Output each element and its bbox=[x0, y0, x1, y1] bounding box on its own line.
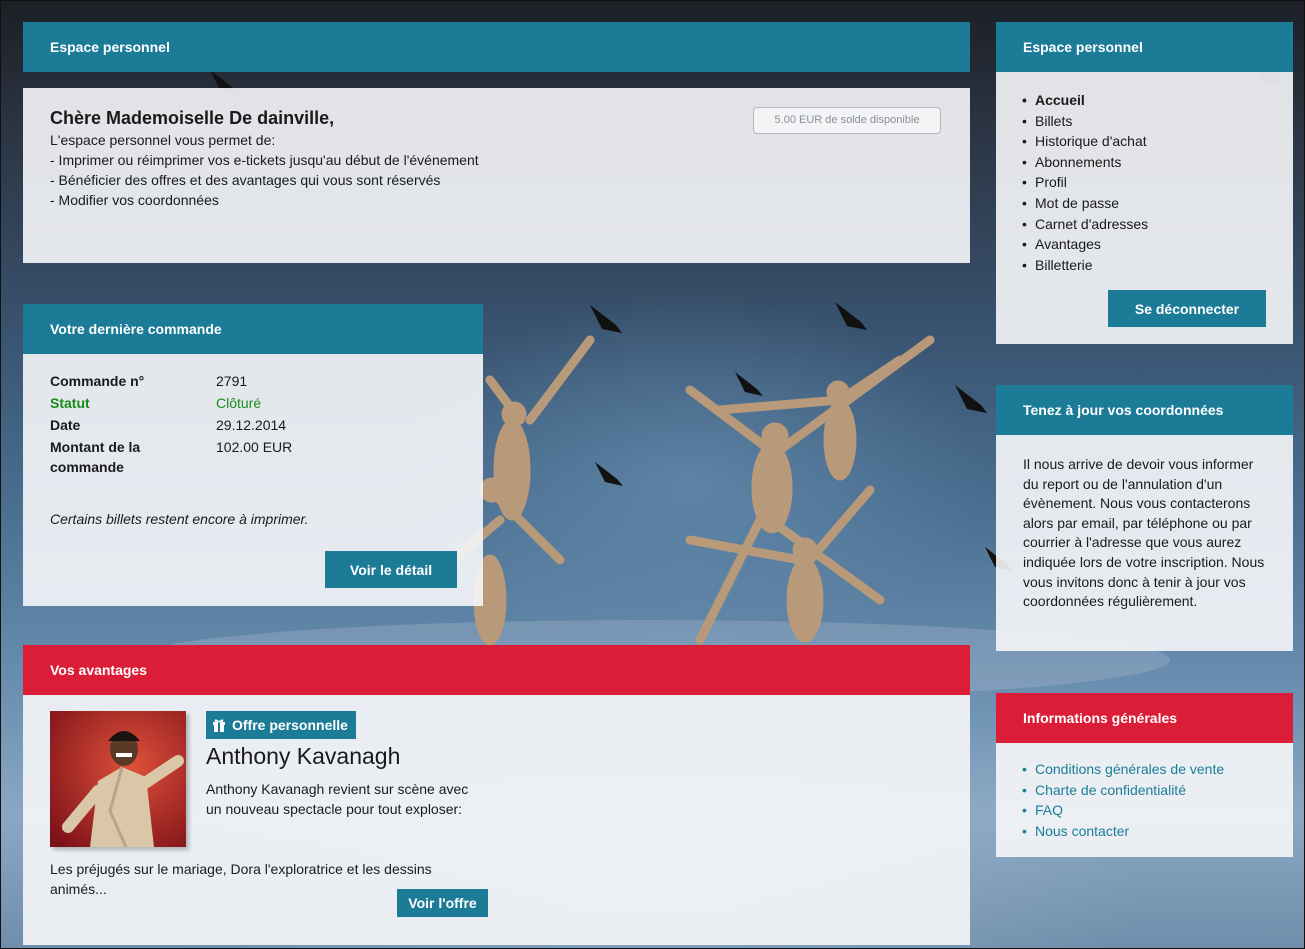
link-faq[interactable]: FAQ bbox=[1020, 800, 1224, 821]
logout-button[interactable]: Se déconnecter bbox=[1108, 290, 1266, 327]
personal-offer-label: Offre personnelle bbox=[232, 717, 348, 733]
advantages-panel: Offre personnelle Anthony Kavanagh Antho… bbox=[23, 695, 970, 945]
update-details-text: Il nous arrive de devoir vous informer d… bbox=[1023, 456, 1265, 610]
welcome-line: L'espace personnel vous permet de: bbox=[50, 132, 276, 148]
main-header-title: Espace personnel bbox=[23, 22, 970, 72]
last-order-panel: Votre dernière commande Commande n° 2791… bbox=[23, 304, 483, 606]
menu-item-profil[interactable]: Profil bbox=[1020, 172, 1148, 193]
gift-icon bbox=[212, 713, 226, 732]
main-header-panel: Espace personnel bbox=[23, 22, 970, 72]
general-info-title: Informations générales bbox=[996, 693, 1293, 743]
last-order-title: Votre dernière commande bbox=[23, 304, 483, 354]
order-value: 29.12.2014 bbox=[216, 417, 287, 433]
link-conditions-vente[interactable]: Conditions générales de vente bbox=[1020, 759, 1224, 780]
artist-photo-illustration bbox=[50, 711, 186, 847]
update-details-title: Tenez à jour vos coordonnées bbox=[996, 385, 1293, 435]
advantages-header: Vos avantages bbox=[23, 645, 970, 695]
welcome-greeting: Chère Mademoiselle De dainville, bbox=[50, 108, 335, 128]
general-info-panel: Informations générales Conditions généra… bbox=[996, 693, 1293, 857]
order-label: Commande n° bbox=[50, 373, 145, 389]
menu-item-billetterie[interactable]: Billetterie bbox=[1020, 255, 1148, 276]
account-menu-title: Espace personnel bbox=[996, 22, 1293, 72]
view-detail-button[interactable]: Voir le détail bbox=[325, 551, 457, 588]
order-note: Certains billets restent encore à imprim… bbox=[50, 511, 309, 527]
advantages-title: Vos avantages bbox=[23, 645, 970, 695]
welcome-line: - Bénéficier des offres et des avantages… bbox=[50, 172, 441, 188]
update-details-panel: Tenez à jour vos coordonnées Il nous arr… bbox=[996, 385, 1293, 651]
order-value: 102.00 EUR bbox=[216, 439, 293, 455]
order-value: 2791 bbox=[216, 373, 248, 389]
welcome-panel: Chère Mademoiselle De dainville, 5.00 EU… bbox=[23, 88, 970, 263]
account-menu-panel: Espace personnel Accueil Billets Histori… bbox=[996, 22, 1293, 344]
offer-title: Anthony Kavanagh bbox=[206, 743, 401, 769]
order-label: Statut bbox=[50, 395, 90, 411]
menu-item-mot-de-passe[interactable]: Mot de passe bbox=[1020, 193, 1148, 214]
personal-offer-badge: Offre personnelle bbox=[206, 711, 356, 739]
general-info-links: Conditions générales de vente Charte de … bbox=[1020, 759, 1224, 841]
welcome-line: - Imprimer ou réimprimer vos e-tickets j… bbox=[50, 152, 479, 168]
account-menu-list: Accueil Billets Historique d'achat Abonn… bbox=[1020, 90, 1148, 275]
order-label: Montant de la commande bbox=[50, 439, 141, 475]
menu-item-billets[interactable]: Billets bbox=[1020, 111, 1148, 132]
welcome-line: - Modifier vos coordonnées bbox=[50, 192, 219, 208]
view-offer-button[interactable]: Voir l'offre bbox=[397, 889, 488, 917]
balance-badge: 5.00 EUR de solde disponible bbox=[753, 107, 941, 134]
menu-item-historique[interactable]: Historique d'achat bbox=[1020, 131, 1148, 152]
menu-item-abonnements[interactable]: Abonnements bbox=[1020, 152, 1148, 173]
menu-item-carnet-adresses[interactable]: Carnet d'adresses bbox=[1020, 214, 1148, 235]
link-charte-confidentialite[interactable]: Charte de confidentialité bbox=[1020, 780, 1224, 801]
welcome-intro-text: L'espace personnel vous permet de: - Imp… bbox=[50, 130, 520, 210]
order-value: Clôturé bbox=[216, 395, 262, 411]
menu-item-avantages[interactable]: Avantages bbox=[1020, 234, 1148, 255]
offer-artist-photo[interactable] bbox=[50, 711, 186, 847]
order-label: Date bbox=[50, 417, 81, 433]
offer-description: Anthony Kavanagh revient sur scène avec … bbox=[206, 781, 469, 817]
menu-item-accueil[interactable]: Accueil bbox=[1020, 90, 1148, 111]
link-nous-contacter[interactable]: Nous contacter bbox=[1020, 821, 1224, 842]
